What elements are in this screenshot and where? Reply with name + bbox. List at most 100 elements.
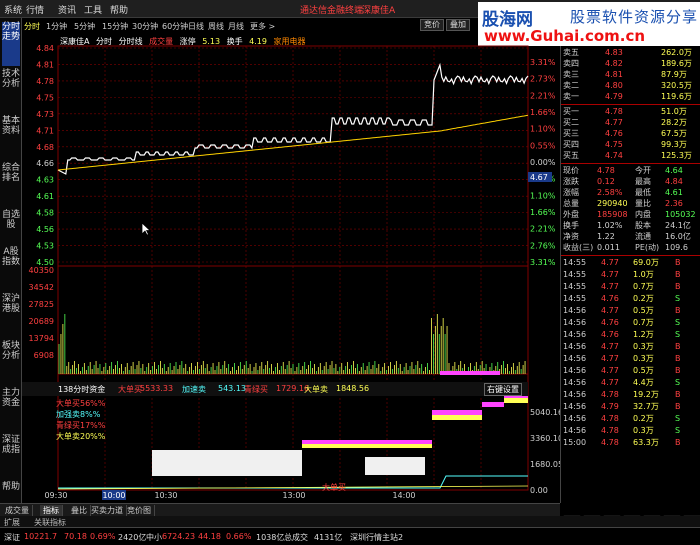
price-tick: 4.75 [36,93,54,102]
pct-tick: 1.66% [530,108,556,117]
tick-price: 4.77 [601,354,619,363]
tick-price: 4.78 [601,438,619,447]
sell-row[interactable]: 卖一 4.79 119.6万 [561,92,700,102]
tick-volume: 0.5万 [633,366,654,375]
tick-volume: 0.2万 [633,414,654,423]
sz-change: 70.18 [64,532,87,541]
buy-row[interactable]: 买三 4.76 67.5万 [561,129,700,139]
indicator-tab-0[interactable]: 成交量 [2,505,33,516]
quote-value: 2.58% [597,188,623,197]
buy-volume: 28.2万 [661,118,687,127]
tick-volume: 1.2万 [633,330,654,339]
quote-row: 总量 290940 量比 2.36 [561,199,700,209]
buy-row[interactable]: 买四 4.75 99.3万 [561,140,700,150]
tick-volume: 63.3万 [633,438,659,447]
quote-label: 量比 [635,199,651,208]
tick-volume: 0.7万 [633,318,654,327]
tick-row: 14:55 4.76 0.2万 S [561,294,700,304]
pct-tick: 3.31% [530,258,556,267]
tick-volume: 0.3万 [633,342,654,351]
volume-tick: 27825 [29,300,54,309]
legend-item-2: 青绿买17%% [56,421,106,430]
flow-band [432,410,482,415]
sell-row[interactable]: 卖三 4.81 87.9万 [561,70,700,80]
pre-close-value: 4.67 [530,173,548,182]
buy-label: 买四 [563,140,579,149]
zx-amount: 1038亿 [256,533,285,542]
tick-time: 15:00 [563,438,587,447]
tick-row: 14:56 4.78 19.2万 B [561,390,700,400]
buy-price: 4.78 [605,107,623,116]
tick-volume: 69.0万 [633,258,659,267]
buy-row[interactable]: 买五 4.74 125.3万 [561,151,700,161]
tick-side: S [675,330,681,339]
tick-side: B [675,438,681,447]
price-tick: 4.73 [36,110,54,119]
tick-price: 4.77 [601,306,619,315]
tick-time: 14:56 [563,390,587,399]
price-tick: 4.61 [36,192,54,201]
buy-row[interactable]: 买二 4.77 28.2万 [561,118,700,128]
tick-side: B [675,354,681,363]
quote-value: 0.011 [597,243,620,252]
indicator-tab-4[interactable]: 竞价图 [124,505,155,516]
flow-tick: 3360.10 [530,434,563,443]
flow-tick: 5040.16 [530,408,563,417]
tick-row: 14:56 4.79 32.7万 B [561,402,700,412]
pct-tick: 1.66% [530,208,556,217]
right-click-settings-button[interactable]: 右键设置 [484,383,522,396]
flow-band [302,440,432,444]
time-tick: 10:30 [154,491,177,500]
flow-band [504,398,528,403]
sell-price: 4.79 [605,92,623,101]
quote-value: 16.0亿 [665,232,691,241]
pct-tick: 1.10% [530,125,556,134]
sell-row[interactable]: 卖二 4.80 320.5万 [561,81,700,91]
tick-side: S [675,414,681,423]
sz-amount: 2420亿 [118,533,147,542]
quote-panel: 卖五 4.83 262.0万 卖四 4.82 189.6万 卖三 4.81 87.9万 卖二 4.8… [560,46,700,503]
pct-tick: 2.21% [530,225,556,234]
sz-value: 10221.7 [24,532,58,541]
indicator-tab-1[interactable]: 指标 [40,505,63,516]
fund-legend: 大单买56%% 加强卖8%% 青绿买17%% 大单卖20%% [56,398,105,442]
quote-value: 109.6 [665,243,688,252]
tick-row: 14:56 4.77 0.3万 B [561,342,700,352]
tick-time: 14:56 [563,318,587,327]
pct-tick: 2.73% [530,75,556,84]
volume-tick: 13794 [29,334,54,343]
sell-price: 4.82 [605,59,623,68]
buy-row[interactable]: 买一 4.78 51.0万 [561,107,700,117]
quote-label: 涨跌 [563,177,579,186]
divider [561,163,700,164]
indicator-tab-3[interactable]: 买卖力道 [88,505,127,516]
tick-time: 14:56 [563,330,587,339]
price-tick: 4.84 [36,44,54,53]
tick-price: 4.78 [601,414,619,423]
sell-label: 卖五 [563,48,579,57]
tick-price: 4.76 [601,330,619,339]
quote-label: 净资 [563,232,579,241]
sell-row[interactable]: 卖四 4.82 189.6万 [561,59,700,69]
tick-side: B [675,342,681,351]
tick-row: 14:55 4.77 69.0万 B [561,258,700,268]
tick-volume: 0.7万 [633,282,654,291]
tick-side: B [675,282,681,291]
sell-row[interactable]: 卖五 4.83 262.0万 [561,48,700,58]
tick-price: 4.77 [601,270,619,279]
sell-volume: 189.6万 [661,59,692,68]
quote-value: 1.02% [597,221,623,230]
tick-row: 14:56 4.77 4.4万 S [561,378,700,388]
quote-row: 收益(三) 0.011 PE(动) 109.6 [561,243,700,253]
quote-value: 24.1亿 [665,221,691,230]
price-tick: 4.68 [36,143,54,152]
quote-label: 收益(三) [563,243,594,252]
legend-item-3: 大单卖20%% [56,432,106,441]
price-tick: 4.63 [36,176,54,185]
tick-volume: 32.7万 [633,402,659,411]
buy-price: 4.75 [605,140,623,149]
tick-price: 4.77 [601,258,619,267]
tick-time: 14:56 [563,402,587,411]
buy-label: 买五 [563,151,579,160]
sell-price: 4.83 [605,48,623,57]
